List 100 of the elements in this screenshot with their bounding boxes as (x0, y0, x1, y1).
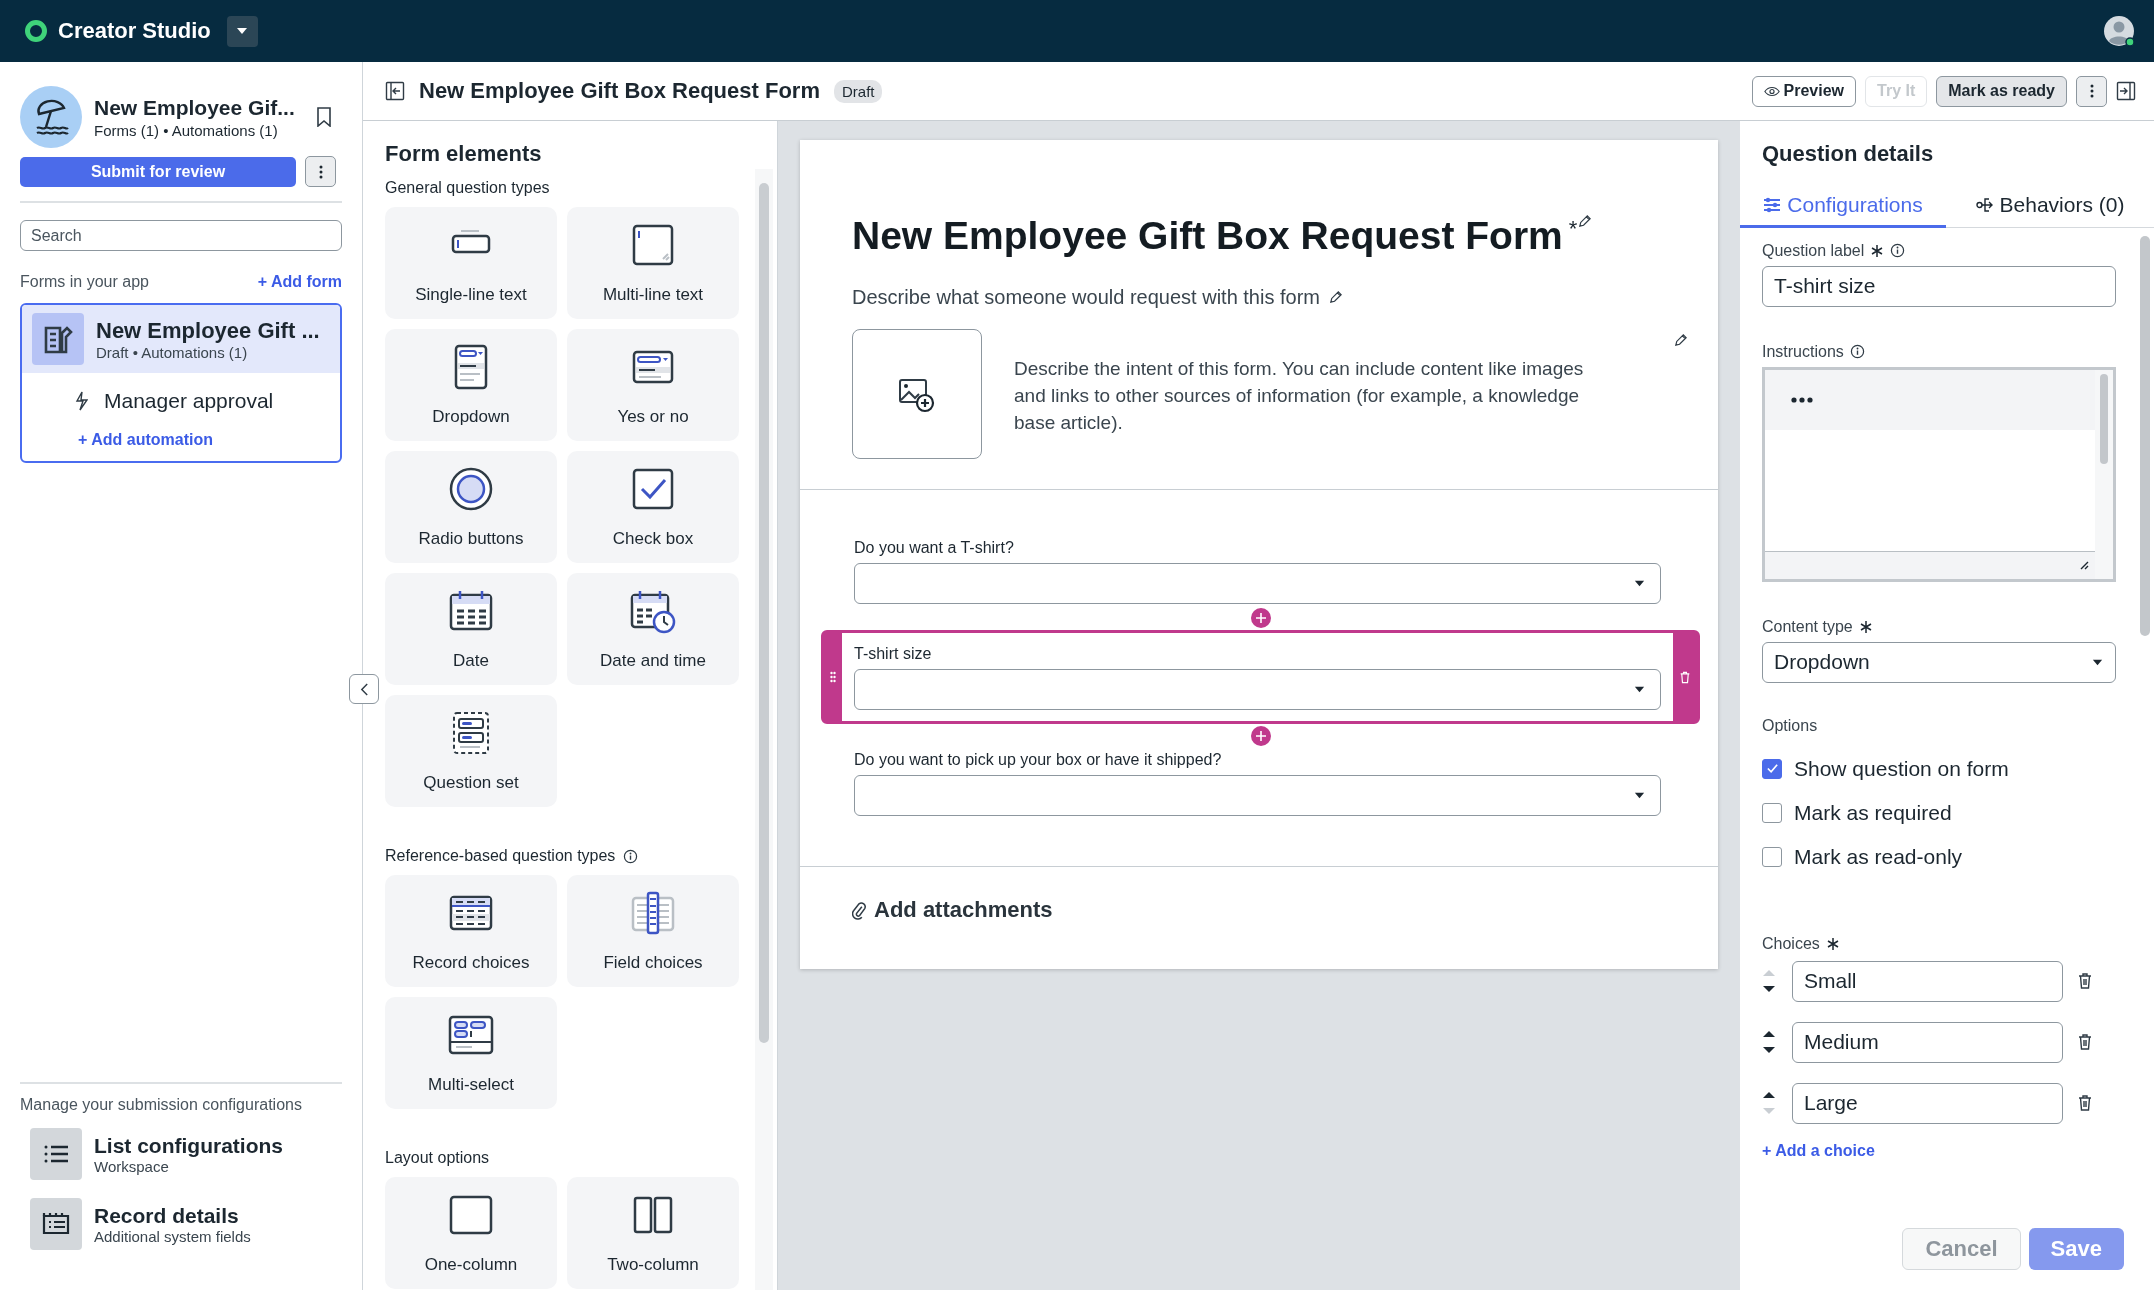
element-card[interactable]: Check box (567, 451, 739, 563)
element-card[interactable]: One-column (385, 1177, 557, 1289)
choice-field[interactable]: Medium (1792, 1021, 2063, 1063)
element-card[interactable]: Single-line text (385, 207, 557, 319)
form-title: New Employee Gift Box Request Form (852, 214, 1563, 258)
element-card[interactable]: Record choices (385, 875, 557, 987)
add-question-icon[interactable] (1248, 724, 1273, 748)
field-label: Content type (1762, 617, 1853, 636)
element-card[interactable]: Multi-select (385, 997, 557, 1109)
form-summary: Draft • Automations (1) (96, 343, 249, 361)
collapse-button[interactable] (349, 674, 379, 704)
section-label: General question types (385, 179, 550, 197)
add-form-link[interactable]: + Add form (257, 273, 342, 291)
scrollbar[interactable] (2100, 373, 2108, 464)
text-field[interactable]: T-shirt size (1762, 265, 2116, 307)
configuration-item[interactable]: Record details Additional system fields (30, 1194, 342, 1254)
status-badge: Draft (833, 79, 883, 103)
bookmark-icon[interactable] (316, 107, 332, 127)
trash-icon[interactable] (2077, 1094, 2093, 1112)
pencil-icon[interactable] (1673, 333, 1688, 348)
element-card[interactable]: Two-column (567, 1177, 739, 1289)
eye-icon (1763, 85, 1780, 97)
drag-handle-icon[interactable] (830, 671, 836, 683)
item-subtitle: Additional system fields (94, 1227, 251, 1245)
scrollbar[interactable] (759, 183, 769, 1043)
required-mark: * (1568, 216, 1578, 242)
move-up-icon[interactable] (1762, 1091, 1776, 1099)
lightning-icon (74, 391, 88, 411)
dropdown-field[interactable]: Dropdown (1762, 641, 2116, 683)
page-title: New Employee Gift Box Request Form (419, 78, 820, 104)
add-attachments-link[interactable]: Add attachments (874, 897, 1053, 923)
element-card[interactable]: Question set (385, 695, 557, 807)
rich-text-field[interactable] (1762, 366, 2116, 582)
element-card[interactable]: Dropdown (385, 329, 557, 441)
form-description: Describe what someone would request with this form (852, 286, 1320, 309)
configuration-item[interactable]: List configurations Workspace (30, 1124, 342, 1184)
pencil-icon[interactable] (1328, 290, 1343, 305)
option-label: Show question on form (1794, 756, 2009, 781)
choice-field[interactable]: Small (1792, 960, 2063, 1002)
section-label: Options (1762, 716, 1819, 735)
checkbox[interactable] (1762, 758, 1782, 779)
form-card[interactable]: New Employee Gift ... Draft • Automations (1) Manager approval + Add automation (20, 303, 342, 463)
add-automation-link[interactable]: + Add automation (78, 431, 213, 448)
item-title: Record details (94, 1203, 240, 1228)
record-details-icon (42, 1212, 70, 1236)
checkbox[interactable] (1762, 846, 1782, 867)
user-avatar[interactable] (2102, 14, 2136, 48)
more-button[interactable] (2076, 75, 2107, 107)
umbrella-icon (20, 86, 82, 148)
add-question-icon[interactable] (1248, 606, 1273, 630)
collapse-panel-icon[interactable] (2116, 81, 2136, 101)
flow-icon (1975, 196, 1994, 214)
panel-title: Question details (1761, 140, 1935, 167)
question-label: T-shirt size (854, 645, 932, 663)
element-card[interactable]: Radio buttons (385, 451, 557, 563)
move-down-icon[interactable] (1762, 985, 1776, 993)
more-icon[interactable] (1791, 396, 1813, 403)
resize-handle-icon[interactable] (2079, 560, 2089, 570)
tab[interactable]: Configurations (1740, 187, 1946, 228)
table-column-icon (629, 889, 677, 937)
submit-button[interactable]: Submit for review (20, 156, 296, 187)
kebab-icon (318, 164, 323, 179)
trash-icon[interactable] (2077, 1033, 2093, 1051)
radio-button-icon (447, 465, 495, 513)
preview-button[interactable]: Preview (1751, 75, 1857, 107)
add-choice-link[interactable]: + Add a choice (1762, 1141, 1875, 1160)
image-upload-box[interactable] (852, 329, 982, 459)
kebab-icon (2089, 84, 2094, 98)
checkbox[interactable] (1762, 802, 1782, 823)
move-up-icon[interactable] (1762, 1030, 1776, 1038)
element-card[interactable]: Yes or no (567, 329, 739, 441)
question-highlight[interactable]: T-shirt size (821, 630, 1700, 724)
element-card[interactable]: Date and time (567, 573, 739, 685)
tab[interactable]: Behaviors (0) (1946, 187, 2154, 228)
element-card[interactable]: Field choices (567, 875, 739, 987)
app-switcher-button[interactable] (226, 15, 258, 47)
paperclip-icon (852, 900, 866, 920)
sliders-icon (1763, 196, 1782, 214)
automation-name[interactable]: Manager approval (104, 389, 274, 413)
form-intent: Describe the intent of this form. You can include content like images and links to other sources of information (for example, a knowledge base article). (1014, 357, 1585, 435)
choice-field[interactable]: Large (1792, 1082, 2063, 1124)
more-button[interactable] (305, 156, 336, 187)
element-card[interactable]: Multi-line text (567, 207, 739, 319)
scrollbar[interactable] (2140, 235, 2150, 636)
field-label: Question label (1762, 241, 1865, 260)
collapse-sidebar-icon[interactable] (385, 81, 405, 101)
section-label: Manage your submission configurations (20, 1096, 303, 1114)
search-field[interactable]: Search (20, 220, 342, 251)
mark-ready-button[interactable]: Mark as ready (1936, 75, 2067, 107)
app-name: Creator Studio (58, 18, 211, 44)
option-label: Mark as required (1794, 800, 1952, 825)
element-card[interactable]: Date (385, 573, 557, 685)
pencil-icon[interactable] (1577, 214, 1593, 229)
dropdown-field[interactable] (854, 669, 1661, 710)
section-label: Forms in your app (20, 273, 149, 291)
field-label: Instructions (1762, 342, 1844, 361)
dropdown-field[interactable] (854, 563, 1661, 604)
move-down-icon[interactable] (1762, 1046, 1776, 1054)
dropdown-field[interactable] (854, 775, 1661, 816)
trash-icon[interactable] (2077, 972, 2093, 990)
